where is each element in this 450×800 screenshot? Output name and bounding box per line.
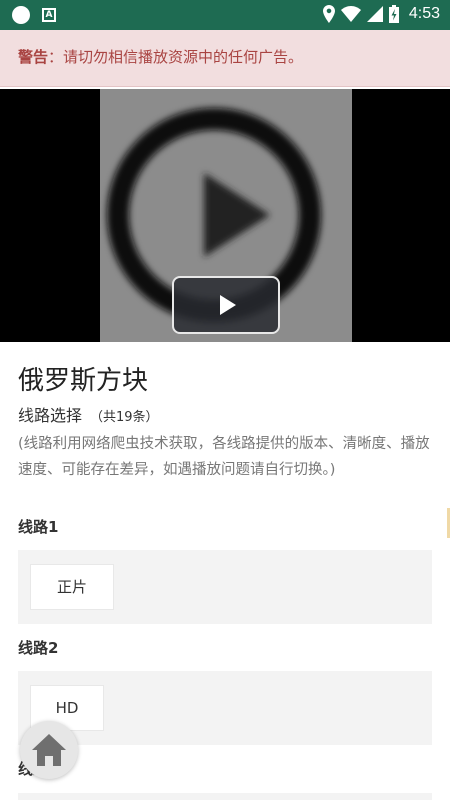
status-bar: A 4:53	[0, 0, 450, 30]
line-episodes-3	[18, 793, 432, 800]
warning-text: ：请切勿相信播放资源中的任何广告。	[48, 48, 304, 66]
play-button[interactable]	[172, 276, 280, 334]
line-label-1: 线路1	[18, 518, 59, 536]
episode-button[interactable]: 正片	[30, 564, 114, 610]
line-select-heading: 线路选择 （共19条）	[18, 402, 159, 426]
line-label-2: 线路2	[18, 639, 59, 657]
battery-icon	[388, 5, 399, 23]
clock: 4:53	[408, 5, 440, 22]
location-icon	[322, 5, 335, 23]
line-description: (线路利用网络爬虫技术获取，各线路提供的版本、清晰度、播放速度、可能存在差异，如…	[18, 436, 430, 478]
signal-icon	[366, 6, 383, 22]
a-box-icon: A	[42, 8, 56, 22]
ad-warning-banner: 警告：请切勿相信播放资源中的任何广告。	[0, 30, 450, 87]
line-episodes-2: HD	[18, 671, 432, 745]
page-title: 俄罗斯方块	[18, 366, 149, 396]
line-count: （共19条）	[90, 410, 159, 425]
line-episodes-1: 正片	[18, 550, 432, 624]
warning-prefix: 警告	[18, 48, 49, 66]
home-icon	[32, 734, 66, 766]
play-icon	[220, 295, 236, 315]
circle-icon	[12, 6, 30, 24]
wifi-icon	[340, 6, 361, 22]
video-player[interactable]	[0, 89, 450, 342]
line-select-label: 线路选择	[18, 406, 83, 425]
home-button[interactable]	[20, 721, 78, 779]
